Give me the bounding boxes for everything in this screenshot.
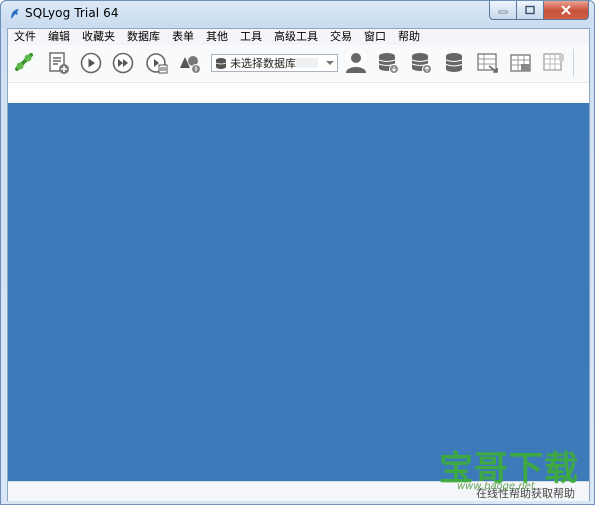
menu-database[interactable]: 数据库 xyxy=(121,29,166,45)
execute-edit-button[interactable] xyxy=(144,50,170,76)
workspace-area[interactable] xyxy=(8,103,589,481)
app-dolphin-icon xyxy=(11,9,19,19)
new-query-icon xyxy=(49,52,69,74)
title-bar[interactable]: SQLyog Trial 64 xyxy=(1,1,594,27)
menu-advanced-tools[interactable]: 高级工具 xyxy=(268,29,324,45)
database-select-value: 未选择数据库 xyxy=(230,57,296,70)
menu-bar: 文件 编辑 收藏夹 数据库 表单 其他 工具 高级工具 交易 窗口 帮助 xyxy=(8,29,589,45)
schema-icon xyxy=(180,56,201,74)
client-area: 文件 编辑 收藏夹 数据库 表单 其他 工具 高级工具 交易 窗口 帮助 未选择… xyxy=(7,28,590,501)
minimize-icon xyxy=(498,10,508,14)
restore-db-button[interactable] xyxy=(409,50,435,76)
schema-designer-button[interactable] xyxy=(177,50,203,76)
backup-db-button[interactable] xyxy=(376,50,402,76)
table-grid-icon xyxy=(543,53,564,71)
watermark: 宝哥下载 www.baoge.net xyxy=(439,441,589,492)
menu-help[interactable]: 帮助 xyxy=(392,29,426,45)
connect-button[interactable] xyxy=(11,50,37,76)
menu-table[interactable]: 表单 xyxy=(166,29,200,45)
export-table-button[interactable] xyxy=(475,50,501,76)
minimize-button[interactable] xyxy=(489,1,517,20)
execute-all-icon xyxy=(112,52,134,74)
select-shade xyxy=(296,58,318,68)
app-window: SQLyog Trial 64 文件 编辑 收藏夹 数据库 表单 其他 工具 高… xyxy=(0,0,595,505)
menu-window[interactable]: 窗口 xyxy=(358,29,392,45)
copy-db-icon xyxy=(445,53,463,72)
execute-icon xyxy=(80,52,102,74)
table-grid-button[interactable] xyxy=(541,50,567,76)
database-select[interactable]: 未选择数据库 xyxy=(211,54,338,72)
backup-db-icon xyxy=(378,53,399,74)
menu-other[interactable]: 其他 xyxy=(200,29,234,45)
window-controls xyxy=(489,1,589,20)
watermark-url: www.baoge.net xyxy=(457,481,535,492)
import-table-button[interactable] xyxy=(508,50,534,76)
menu-tools[interactable]: 工具 xyxy=(234,29,268,45)
execute-edit-icon xyxy=(146,53,168,74)
menu-file[interactable]: 文件 xyxy=(8,29,42,45)
restore-db-icon xyxy=(411,53,432,74)
user-manager-icon xyxy=(346,53,366,73)
menu-edit[interactable]: 编辑 xyxy=(42,29,76,45)
chevron-down-icon[interactable] xyxy=(326,61,334,65)
maximize-icon xyxy=(525,5,535,15)
connect-icon xyxy=(15,53,33,71)
toolbar: 未选择数据库 xyxy=(8,45,589,83)
user-manager-button[interactable] xyxy=(343,50,369,76)
import-table-icon xyxy=(510,54,531,72)
menu-transaction[interactable]: 交易 xyxy=(324,29,358,45)
execute-button[interactable] xyxy=(78,50,104,76)
close-icon xyxy=(561,5,571,15)
copy-db-button[interactable] xyxy=(442,50,468,76)
export-table-icon xyxy=(477,53,498,73)
execute-all-button[interactable] xyxy=(110,50,136,76)
window-title: SQLyog Trial 64 xyxy=(25,6,119,20)
database-icon xyxy=(215,58,227,69)
maximize-button[interactable] xyxy=(517,1,544,20)
new-query-button[interactable] xyxy=(46,50,72,76)
toolbar-separator xyxy=(573,49,574,77)
menu-favorites[interactable]: 收藏夹 xyxy=(76,29,121,45)
close-button[interactable] xyxy=(544,1,589,20)
